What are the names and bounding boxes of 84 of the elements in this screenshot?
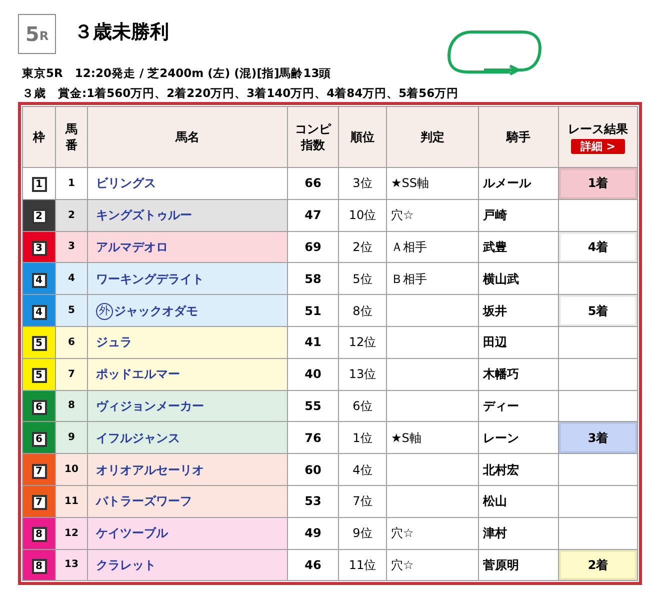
race-info: 東京5R 12:20発走 / 芝2400m (左) (混)[指]馬齢13頭 (22, 65, 332, 82)
result-cell: 1着 (558, 168, 638, 200)
index-cell: 66 (288, 168, 338, 200)
race-number-badge: 5 R (18, 14, 56, 54)
horse-number: 10 (56, 454, 88, 486)
frame-number: 2 (32, 209, 46, 224)
horse-number: 4 (56, 262, 88, 295)
judgement-cell: 穴☆ (386, 517, 478, 550)
index-cell: 55 (288, 390, 338, 422)
rank-cell: 5位 (338, 262, 386, 295)
prize-info: ３歳 賞金:1着560万円、2着220万円、3着140万円、4着84万円、5着56万円 (22, 85, 459, 102)
index-cell: 51 (288, 294, 338, 326)
rank-cell: 1位 (338, 422, 386, 454)
rank-cell: 13位 (338, 358, 386, 390)
column-header: 騎手 (478, 106, 558, 168)
column-header: コンピ指数 (288, 106, 338, 168)
horse-number: 3 (56, 231, 88, 263)
horse-name[interactable]: ジャックオダモ (114, 302, 198, 320)
judgement-cell: Ａ相手 (386, 231, 478, 263)
index-cell: 46 (288, 549, 338, 581)
rank-cell: 6位 (338, 390, 386, 422)
horse-name[interactable]: クラレット (96, 558, 156, 572)
index-cell: 41 (288, 326, 338, 358)
result-cell: 5着 (558, 294, 638, 326)
frame-number: 4 (32, 304, 46, 320)
index-cell: 69 (288, 231, 338, 263)
detail-button[interactable]: 詳細 > (571, 138, 625, 154)
horse-number: 7 (56, 358, 88, 390)
result-cell: 4着 (558, 231, 638, 263)
frame-number: 7 (32, 495, 46, 510)
result-cell: 3着 (558, 422, 638, 454)
horse-name[interactable]: アルマデオロ (96, 240, 168, 254)
judgement-cell: ★SS軸 (386, 168, 478, 200)
horse-number: 5 (56, 294, 88, 326)
result-cell: 2着 (558, 549, 638, 581)
index-cell: 49 (288, 517, 338, 550)
rank-cell: 2位 (338, 231, 386, 263)
judgement-cell: ★S軸 (386, 422, 478, 454)
horse-number: 2 (56, 199, 88, 232)
horse-number: 9 (56, 422, 88, 454)
frame-number: 5 (32, 336, 46, 352)
index-cell: 58 (288, 262, 338, 295)
horse-number: 12 (56, 517, 88, 550)
rank-cell: 7位 (338, 485, 386, 518)
judgement-cell: 穴☆ (386, 549, 478, 581)
index-cell: 76 (288, 422, 338, 454)
frame-number: 5 (32, 368, 46, 384)
horse-name[interactable]: イフルジャンス (96, 430, 180, 445)
frame-number: 8 (32, 527, 46, 542)
rank-cell: 4位 (338, 454, 386, 486)
frame-number: 6 (32, 432, 46, 447)
index-cell: 47 (288, 199, 338, 232)
index-cell: 60 (288, 454, 338, 486)
rank-cell: 8位 (338, 294, 386, 326)
judgement-cell: 穴☆ (386, 199, 478, 232)
horse-number: 8 (56, 390, 88, 422)
rank-cell: 12位 (338, 326, 386, 358)
horse-name[interactable]: ポッドエルマー (96, 367, 180, 382)
column-title: レース結果 (568, 120, 628, 136)
horse-number: 6 (56, 326, 88, 358)
horse-number: 11 (56, 485, 88, 518)
rank-cell: 10位 (338, 199, 386, 232)
horse-name[interactable]: ジュラ (96, 335, 132, 350)
frame-number: 3 (32, 240, 46, 256)
index-cell: 40 (288, 358, 338, 390)
horse-number: 13 (56, 549, 88, 581)
horse-name[interactable]: ビリングス (96, 176, 156, 190)
frame-number: 8 (32, 558, 46, 574)
foreign-mark: 外 (96, 302, 113, 320)
frame-number: 1 (32, 177, 46, 192)
frame-number: 6 (32, 400, 46, 415)
rank-cell: 11位 (338, 549, 386, 581)
frame-number: 7 (32, 464, 46, 479)
rank-cell: 9位 (338, 517, 386, 550)
frame-number: 4 (32, 272, 46, 288)
index-cell: 53 (288, 485, 338, 518)
judgement-cell: Ｂ相手 (386, 262, 478, 295)
race-title: ３歳未勝利 (74, 20, 169, 45)
column-header: 判定 (386, 106, 478, 168)
column-header: 順位 (338, 106, 386, 168)
horse-number: 1 (56, 168, 88, 200)
column-header: 枠 (22, 106, 56, 168)
horse-name[interactable]: ケイツーブル (96, 526, 168, 540)
rank-cell: 3位 (338, 168, 386, 200)
